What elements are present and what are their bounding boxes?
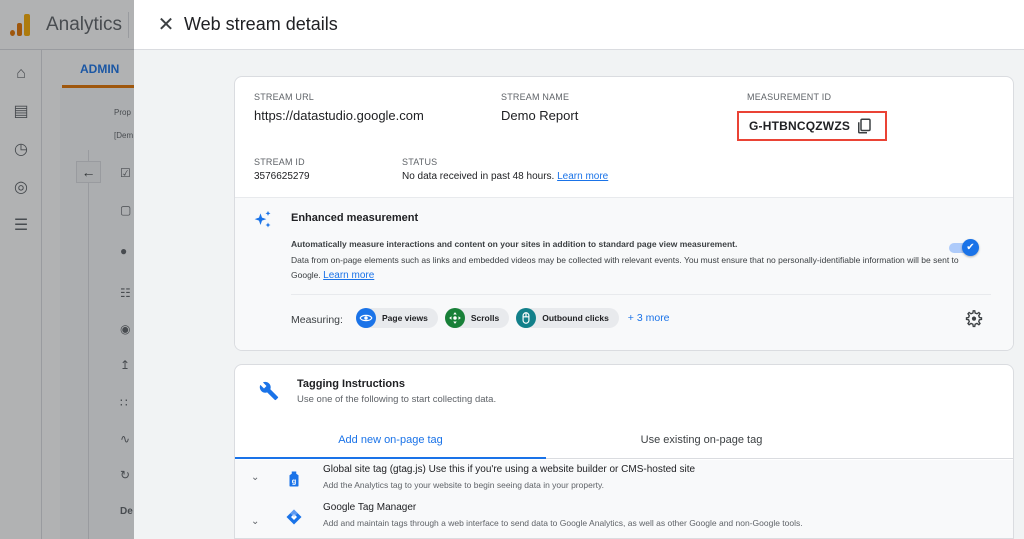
tag-option-title: Google Tag Manager <box>323 502 416 513</box>
gear-icon[interactable] <box>965 310 983 328</box>
copy-icon[interactable] <box>855 117 873 135</box>
mouse-icon <box>516 308 537 328</box>
chip-scrolls[interactable]: Scrolls <box>444 308 510 328</box>
tag-options-list: ⌄ g Global site tag (gtag.js) Use this i… <box>235 460 1013 538</box>
more-measurements-link[interactable]: + 3 more <box>628 312 670 324</box>
tab-use-existing-on-page-tag[interactable]: Use existing on-page tag <box>546 423 857 459</box>
tagging-instructions-subtitle: Use one of the following to start collec… <box>297 394 497 405</box>
tag-manager-icon <box>286 509 302 525</box>
eye-icon <box>356 308 376 328</box>
sparkle-icon <box>254 210 271 228</box>
status-label: STATUS <box>402 157 438 167</box>
tag-option-description: Add and maintain tags through a web inte… <box>323 518 803 528</box>
section-divider <box>291 294 991 295</box>
scroll-arrows-icon <box>444 308 465 328</box>
chevron-down-icon[interactable]: ⌄ <box>251 516 265 530</box>
modal-scrim[interactable] <box>0 0 134 539</box>
measurement-id-value: G-HTBNCQZWZS <box>749 119 851 133</box>
enhanced-measurement-description-bold: Automatically measure interactions and c… <box>291 239 738 249</box>
wrench-icon <box>259 381 279 401</box>
enhanced-measurement-description: Data from on-page elements such as links… <box>291 253 961 283</box>
status-learn-more-link[interactable]: Learn more <box>557 171 608 182</box>
svg-text:g: g <box>292 477 297 486</box>
chip-label: Page views <box>382 313 428 323</box>
enhanced-measurement-learn-more-link[interactable]: Learn more <box>323 270 374 281</box>
tag-option-gtm[interactable]: ⌄ Google Tag Manager Add and maintain ta… <box>235 498 1013 536</box>
measurement-id-label: MEASUREMENT ID <box>747 92 832 102</box>
gtag-icon: g <box>289 471 299 487</box>
enhanced-measurement-title: Enhanced measurement <box>291 212 419 224</box>
status-value: No data received in past 48 hours. <box>402 171 555 182</box>
chip-page-views[interactable]: Page views <box>356 308 438 328</box>
stream-id-label: STREAM ID <box>254 157 305 167</box>
web-stream-details-dialog: ✕ Web stream details STREAM URL https://… <box>134 0 1024 539</box>
dialog-header: ✕ Web stream details <box>134 0 1024 50</box>
chip-outbound-clicks[interactable]: Outbound clicks <box>516 308 619 328</box>
tagging-instructions-title: Tagging Instructions <box>297 378 405 390</box>
enhanced-measurement-section: Enhanced measurement Automatically measu… <box>235 197 1013 350</box>
tag-option-gtag[interactable]: ⌄ g Global site tag (gtag.js) Use this i… <box>235 460 1013 498</box>
stream-name-value: Demo Report <box>501 108 579 123</box>
measurement-id-highlight: G-HTBNCQZWZS <box>737 111 887 141</box>
tag-option-title-main: Global site tag (gtag.js) <box>323 464 426 475</box>
chevron-down-icon[interactable]: ⌄ <box>251 472 265 486</box>
status-text: No data received in past 48 hours. Learn… <box>402 171 608 182</box>
tagging-instructions-card: Tagging Instructions Use one of the foll… <box>234 364 1014 539</box>
tagging-tabs: Add new on-page tag Use existing on-page… <box>235 423 1013 459</box>
close-button[interactable]: ✕ <box>154 13 178 37</box>
chip-label: Outbound clicks <box>542 313 609 323</box>
checkmark-icon: ✔ <box>962 239 979 256</box>
tab-add-new-on-page-tag[interactable]: Add new on-page tag <box>235 423 546 459</box>
chip-label: Scrolls <box>470 313 500 323</box>
stream-url-label: STREAM URL <box>254 92 315 102</box>
tag-option-title-rest: Use this if you're using a website build… <box>425 464 696 475</box>
stream-id-value: 3576625279 <box>254 171 310 182</box>
tag-option-description: Add the Analytics tag to your website to… <box>323 480 604 490</box>
enhanced-measurement-toggle[interactable]: ✔ <box>949 239 979 256</box>
measuring-label: Measuring: <box>291 314 343 326</box>
stream-details-card: STREAM URL https://datastudio.google.com… <box>234 76 1014 351</box>
measuring-chips: Page views Scrolls Outbound clicks + 3 m… <box>356 308 670 328</box>
stream-url-value: https://datastudio.google.com <box>254 108 424 123</box>
stream-name-label: STREAM NAME <box>501 92 570 102</box>
tag-option-title-main: Google Tag Manager <box>323 502 417 513</box>
dialog-title: Web stream details <box>184 14 338 34</box>
tag-option-title: Global site tag (gtag.js) Use this if yo… <box>323 464 695 475</box>
enhanced-measurement-description-text: Data from on-page elements such as links… <box>291 255 959 280</box>
